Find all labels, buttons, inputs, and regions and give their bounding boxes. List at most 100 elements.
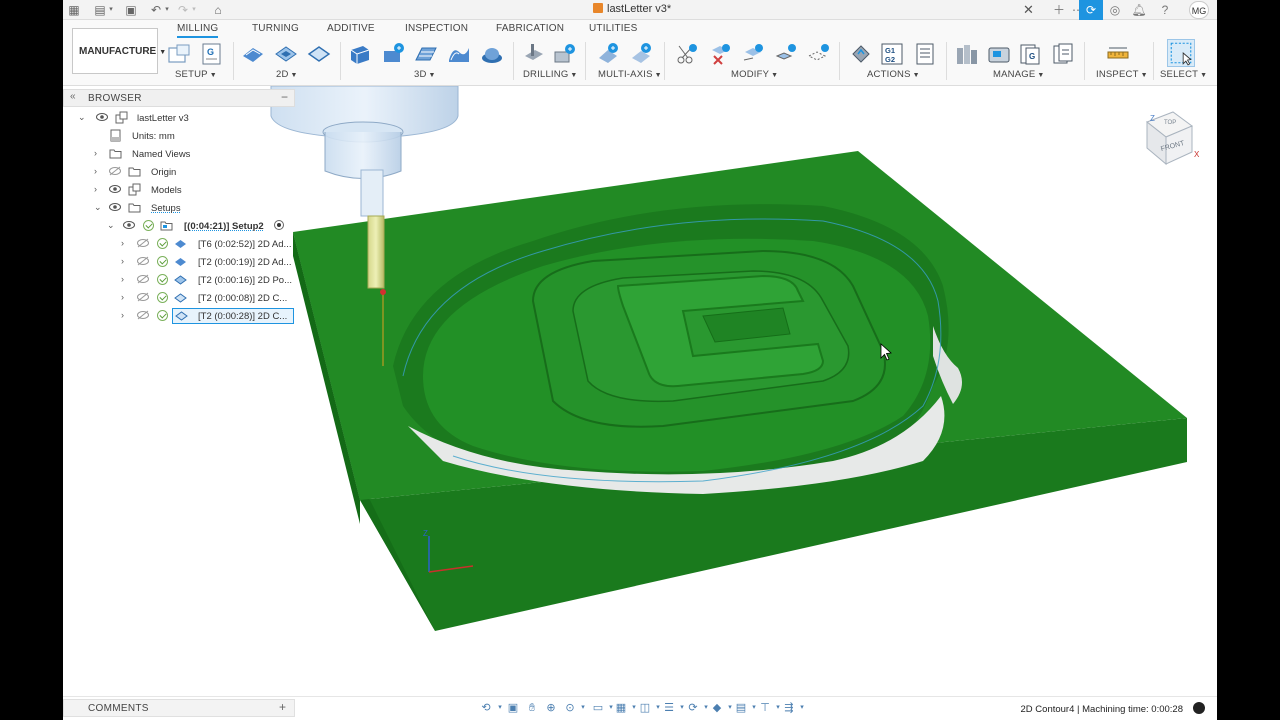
chevron-down-icon[interactable]: ⌄	[78, 112, 88, 123]
stock-display-icon[interactable]: ◆	[710, 701, 724, 715]
browser-item-operation[interactable]: › [T2 (0:00:16)] 2D Po...	[63, 271, 295, 289]
visibility-eye-icon[interactable]	[123, 220, 135, 230]
3d-parallel-icon[interactable]	[447, 42, 471, 66]
toolpath-display-icon[interactable]: ☰	[662, 701, 676, 715]
minimize-panel-icon[interactable]: −	[281, 90, 288, 104]
modify-group-label[interactable]: MODIFY ▼	[731, 69, 778, 80]
drilling-group-label[interactable]: DRILLING ▼	[523, 69, 578, 80]
tool-library-icon[interactable]	[955, 42, 979, 66]
browser-item-operation[interactable]: › [T6 (0:02:52)] 2D Ad...	[63, 235, 295, 253]
help-icon[interactable]: ?	[1153, 0, 1177, 20]
tool-display-icon[interactable]: ⊤	[758, 701, 772, 715]
comments-panel[interactable]: COMMENTS +	[63, 699, 295, 717]
chevron-right-icon[interactable]: ›	[121, 292, 131, 302]
trim-toolpath-icon[interactable]	[675, 42, 699, 66]
hidden-eye-icon[interactable]	[137, 274, 149, 284]
multi-axis-contour-icon[interactable]	[596, 42, 620, 66]
browser-header[interactable]: « BROWSER −	[63, 89, 295, 107]
save-icon[interactable]: ▣	[124, 3, 138, 17]
data-panel-grid-icon[interactable]: ▦	[67, 3, 81, 17]
browser-item-units[interactable]: Units: mm	[63, 127, 295, 145]
grid-icon[interactable]: ▦	[614, 701, 628, 715]
sync-icon[interactable]: ⟳	[686, 701, 700, 715]
3d-pocket-clearing-icon[interactable]	[381, 42, 405, 66]
tab-fabrication[interactable]: FABRICATION	[496, 23, 564, 34]
hidden-eye-icon[interactable]	[137, 256, 149, 266]
online-status-icon[interactable]: ◎	[1103, 0, 1127, 20]
hidden-eye-icon[interactable]	[137, 292, 149, 302]
hidden-eye-icon[interactable]	[109, 166, 121, 176]
home-icon[interactable]: ⌂	[211, 3, 225, 17]
visibility-eye-icon[interactable]	[109, 202, 121, 212]
orbit-caret-icon[interactable]: ▾	[493, 701, 507, 715]
delete-toolpath-icon[interactable]	[708, 42, 732, 66]
window-select-icon[interactable]	[1167, 39, 1195, 67]
nc-program-icon[interactable]: G	[200, 42, 224, 66]
browser-item-operation-selected[interactable]: › [T2 (0:00:28)] 2D C...	[63, 307, 295, 325]
browser-item-operation[interactable]: › [T2 (0:00:08)] 2D C...	[63, 289, 295, 307]
3d-steep-shallow-icon[interactable]	[414, 42, 438, 66]
browser-item-models[interactable]: › Models	[63, 181, 295, 199]
3d-adaptive-icon[interactable]	[348, 42, 372, 66]
simulate-icon[interactable]	[849, 42, 873, 66]
machine-display-icon[interactable]: ▤	[734, 701, 748, 715]
2d-pocket-icon[interactable]	[274, 42, 298, 66]
effects-caret-icon[interactable]: ▾	[795, 701, 809, 715]
pattern-toolpath-icon[interactable]	[774, 42, 798, 66]
multi-axis-group-label[interactable]: MULTI-AXIS ▼	[598, 69, 662, 80]
close-tab-icon[interactable]: ✕	[1023, 2, 1034, 18]
zoom-caret-icon[interactable]: ▾	[576, 701, 590, 715]
notifications-bell-icon[interactable]: 🔔︎	[1127, 0, 1151, 20]
new-setup-icon[interactable]	[167, 42, 191, 66]
browser-item-setups[interactable]: ⌄ Setups	[63, 199, 295, 217]
chevron-down-icon[interactable]: ⌄	[107, 220, 117, 231]
tab-inspection[interactable]: INSPECTION	[405, 23, 468, 34]
stock-block[interactable]	[293, 151, 1187, 631]
tab-turning[interactable]: TURNING	[252, 23, 299, 34]
3d-scallop-icon[interactable]	[480, 42, 504, 66]
user-avatar[interactable]: MG	[1189, 1, 1209, 19]
undo-caret-icon[interactable]: ▾	[160, 3, 174, 17]
viewports-icon[interactable]: ◫	[638, 701, 652, 715]
inspect-group-label[interactable]: INSPECT ▼	[1096, 69, 1148, 80]
fit-zoom-icon[interactable]: ⊙	[563, 701, 577, 715]
effects-icon[interactable]: ⇶	[782, 701, 796, 715]
chevron-right-icon[interactable]: ›	[94, 166, 104, 176]
job-status-icon[interactable]: ⟳	[1079, 0, 1103, 20]
display-settings-icon[interactable]: ▭	[591, 701, 605, 715]
setup-sheet-icon[interactable]	[913, 42, 937, 66]
swarf-icon[interactable]	[629, 42, 653, 66]
redo-caret-icon[interactable]: ▾	[187, 3, 201, 17]
pan-hand-icon[interactable]: ✋︎	[525, 701, 539, 715]
workspace-switcher[interactable]: MANUFACTURE ▼	[72, 28, 166, 74]
active-setup-radio-icon[interactable]	[274, 220, 284, 230]
chevron-right-icon[interactable]: ›	[94, 148, 104, 158]
tab-additive[interactable]: ADDITIVE	[327, 23, 375, 34]
browser-item-operation[interactable]: › [T2 (0:00:19)] 2D Ad...	[63, 253, 295, 271]
chevron-right-icon[interactable]: ›	[121, 256, 131, 266]
3d-group-label[interactable]: 3D ▼	[414, 69, 436, 80]
2d-adaptive-icon[interactable]	[241, 42, 265, 66]
visibility-eye-icon[interactable]	[109, 184, 121, 194]
hidden-eye-icon[interactable]	[137, 238, 149, 248]
hidden-eye-icon[interactable]	[137, 310, 149, 320]
browser-item-root[interactable]: ⌄ lastLetter v3	[63, 109, 295, 127]
setup-group-label[interactable]: SETUP ▼	[175, 69, 217, 80]
add-comment-icon[interactable]: +	[279, 700, 286, 714]
zoom-icon[interactable]: ⊕	[544, 701, 558, 715]
post-library-icon[interactable]: G	[1018, 42, 1042, 66]
chevron-right-icon[interactable]: ›	[121, 274, 131, 284]
look-at-icon[interactable]: ▣	[506, 701, 520, 715]
manage-group-label[interactable]: MANAGE ▼	[993, 69, 1045, 80]
orbit-icon[interactable]: ⟲	[479, 701, 493, 715]
template-library-icon[interactable]	[1051, 42, 1075, 66]
face-icon[interactable]	[307, 42, 331, 66]
hole-recognition-icon[interactable]	[553, 42, 577, 66]
document-tab[interactable]: lastLetter v3*	[593, 3, 671, 15]
move-toolpath-icon[interactable]	[741, 42, 765, 66]
select-group-label[interactable]: SELECT ▼	[1160, 69, 1207, 80]
actions-group-label[interactable]: ACTIONS ▼	[867, 69, 920, 80]
drill-icon[interactable]	[521, 42, 545, 66]
measure-icon[interactable]	[1106, 42, 1130, 66]
tab-milling[interactable]: MILLING	[177, 23, 219, 38]
